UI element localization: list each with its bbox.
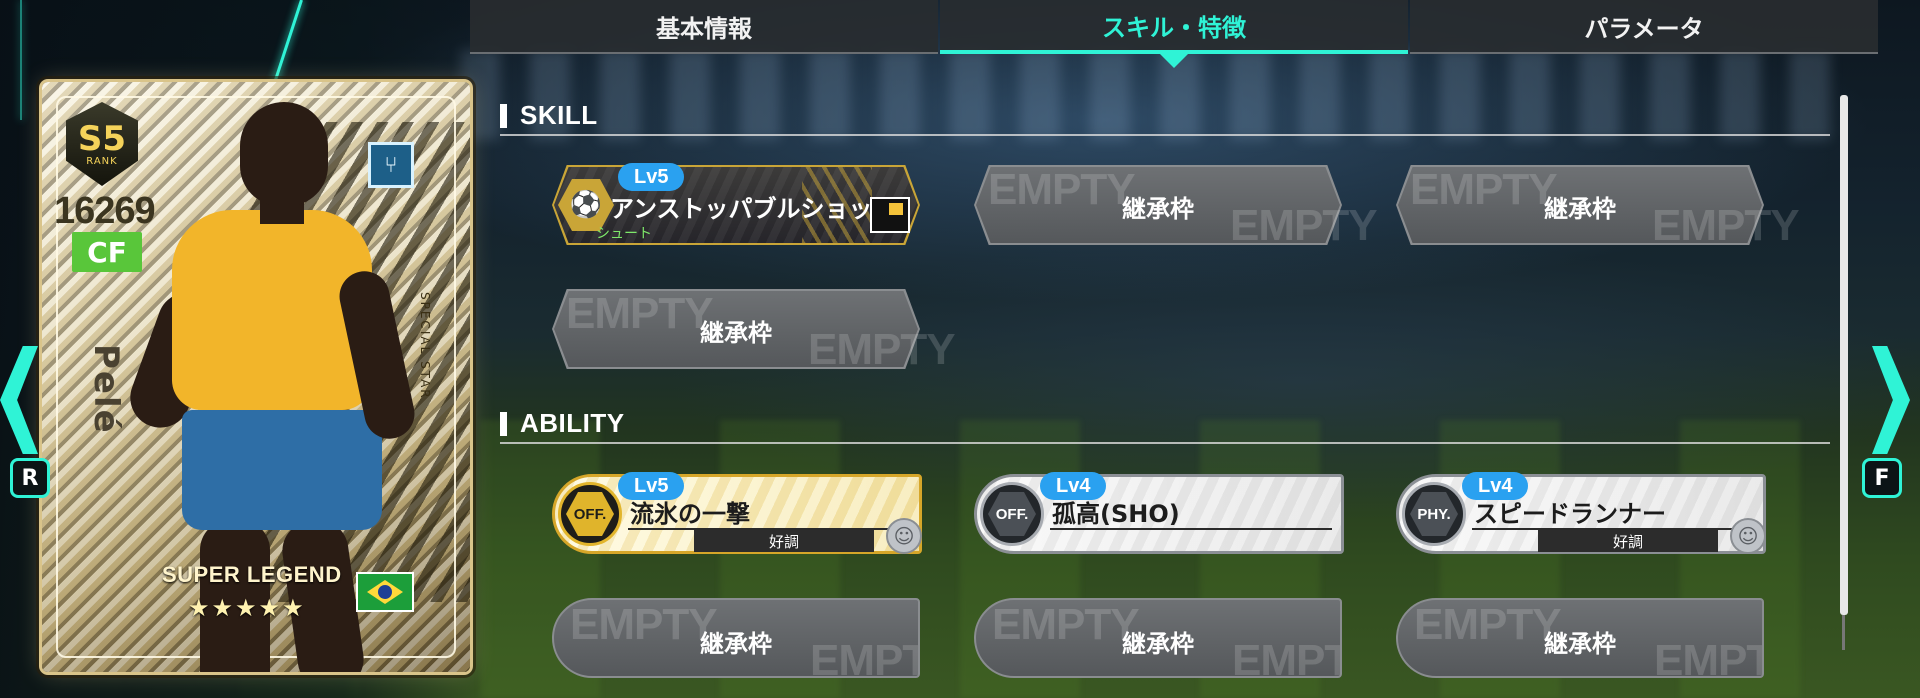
physical-icon: PHY. xyxy=(1402,482,1466,546)
section-title: ABILITY xyxy=(520,408,625,438)
overall-rating: 16269 xyxy=(54,190,156,232)
smile-face-icon: ☺ xyxy=(1730,518,1766,554)
ability-slot-1[interactable]: OFF. 流氷の一撃 好調 ☺ Lv5 xyxy=(552,472,922,554)
ability-level-badge: Lv4 xyxy=(1462,472,1529,500)
prev-key-hint: R xyxy=(10,458,50,498)
skill-section-header: SKILL xyxy=(500,96,1830,136)
ability-slot-3[interactable]: PHY. スピードランナー 好調 ☺ Lv4 xyxy=(1396,472,1766,554)
ability-slot-6[interactable]: EMPTY EMPTY 継承枠 xyxy=(1396,598,1764,678)
position-badge: CF xyxy=(72,232,142,272)
card-edition: SPECIAL STAR xyxy=(418,292,432,400)
offense-icon: OFF. xyxy=(558,482,622,546)
section-title: SKILL xyxy=(520,100,598,130)
tab-label: スキル・特徴 xyxy=(1102,13,1246,42)
ability-slot-4[interactable]: EMPTY EMPTY 継承枠 xyxy=(552,598,920,678)
ability-level-badge: Lv5 xyxy=(618,472,685,500)
skill-slot-2[interactable]: EMPTY EMPTY 継承枠 xyxy=(974,165,1378,250)
decor-line xyxy=(20,0,22,120)
tab-label: 基本情報 xyxy=(656,14,752,43)
condition-status: 好調 xyxy=(1538,530,1718,552)
tab-skills-traits[interactable]: スキル・特徴 xyxy=(940,0,1408,68)
scrollbar-track[interactable] xyxy=(1842,615,1845,650)
tab-label: パラメータ xyxy=(1584,14,1704,43)
inherit-slot-label: 継承枠 xyxy=(1544,630,1616,658)
smile-face-icon: ☺ xyxy=(886,518,922,554)
ability-type-badge: PHY. xyxy=(1410,492,1458,536)
rank-value: S5 xyxy=(77,118,127,159)
goal-icon xyxy=(870,197,910,233)
ability-type-badge: OFF. xyxy=(988,492,1036,536)
condition-status: 好調 xyxy=(694,530,874,552)
inherit-slot-label: 継承枠 xyxy=(1544,195,1616,223)
player-card-panel: S5 RANK 16269 CF Pelé SPECIAL STAR ⑂ SUP… xyxy=(0,0,490,698)
player-name: Pelé xyxy=(86,344,126,435)
inherit-slot-label: 継承枠 xyxy=(1122,630,1194,658)
skill-level-badge: Lv5 xyxy=(618,163,685,191)
scrollbar-thumb[interactable] xyxy=(1840,95,1848,615)
active-tab-pointer-icon xyxy=(1160,54,1188,68)
ability-type-badge: OFF. xyxy=(566,492,614,536)
player-card[interactable]: S5 RANK 16269 CF Pelé SPECIAL STAR ⑂ SUP… xyxy=(42,82,470,672)
tab-bar: 基本情報 スキル・特徴 パラメータ xyxy=(470,0,1880,68)
offense-icon: OFF. xyxy=(980,482,1044,546)
brazil-flag-icon xyxy=(356,572,414,612)
inherit-slot-label: 継承枠 xyxy=(700,319,772,347)
inherit-slot-label: 継承枠 xyxy=(1122,195,1194,223)
skill-name: アンストッパブルショット xyxy=(610,195,897,223)
skill-slot-3[interactable]: EMPTY EMPTY 継承枠 xyxy=(1396,165,1800,250)
ability-level-badge: Lv4 xyxy=(1040,472,1107,500)
play-style-icon[interactable]: ⑂ xyxy=(368,142,414,188)
ability-slot-5[interactable]: EMPTY EMPTY 継承枠 xyxy=(974,598,1342,678)
ability-slot-2[interactable]: OFF. 孤高(SHO) Lv4 xyxy=(974,472,1344,554)
skill-slot-1[interactable]: ⚽ アンストッパブルショット シュート Lv5 xyxy=(552,163,920,245)
inherit-slot-label: 継承枠 xyxy=(700,630,772,658)
ability-section-header: ABILITY xyxy=(500,404,1830,444)
card-type-label: SUPER LEGEND xyxy=(162,562,342,587)
skill-slot-4[interactable]: EMPTY EMPTY 継承枠 xyxy=(552,289,956,374)
tab-parameters[interactable]: パラメータ xyxy=(1410,0,1878,54)
skill-category: シュート xyxy=(596,226,652,242)
rating-stars: ★★★★★ xyxy=(188,594,306,622)
next-key-hint: F xyxy=(1862,458,1902,498)
tab-basic-info[interactable]: 基本情報 xyxy=(470,0,938,54)
rank-label: RANK xyxy=(86,155,118,167)
